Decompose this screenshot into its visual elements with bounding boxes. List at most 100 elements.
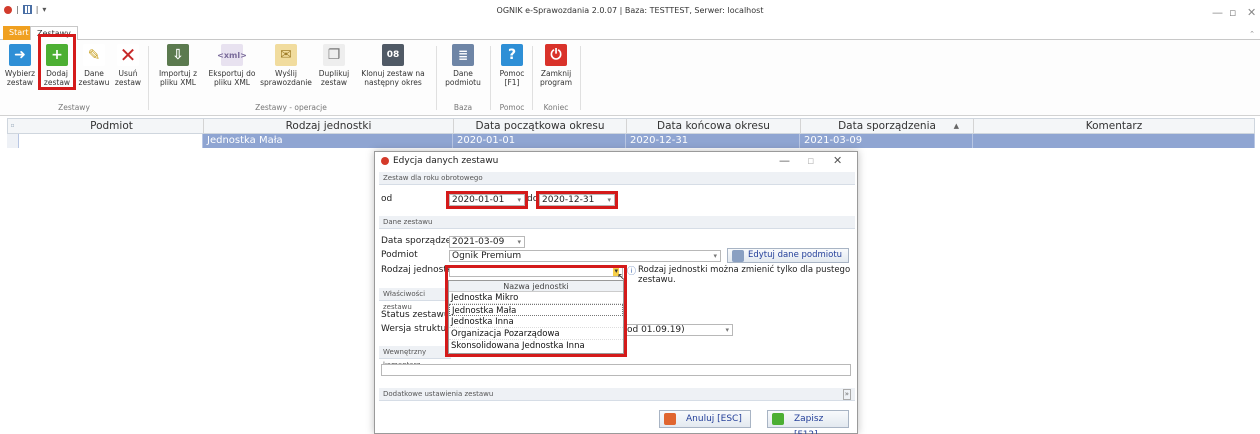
expand-icon[interactable]: » xyxy=(842,389,851,400)
entity-select[interactable]: Ognik Premium ▾ xyxy=(449,250,721,262)
section-props: Właściwości zestawu xyxy=(379,288,451,311)
button-label: Eksportuj do pliku XML xyxy=(208,69,256,87)
button-label: Usuń zestaw xyxy=(114,69,142,87)
cell-data-sporzadzenia[interactable]: 2021-03-09 xyxy=(800,134,973,148)
section-data: Dane zestawu xyxy=(379,216,855,229)
form-icon xyxy=(732,250,744,262)
cancel-icon xyxy=(664,413,676,425)
divider xyxy=(490,46,491,110)
column-header-data-sporzadzenia[interactable]: Data sporządzenia ▲ xyxy=(801,119,974,133)
cancel-button[interactable]: Anuluj [ESC] xyxy=(659,410,751,428)
cell-data-koncowa[interactable]: 2020-12-31 xyxy=(626,134,800,148)
minimize-icon[interactable]: — xyxy=(779,154,790,167)
chevron-down-icon[interactable]: ▾ xyxy=(517,237,521,247)
calendar-icon: 08 xyxy=(382,44,404,66)
highlight-frame xyxy=(446,191,528,209)
report-date-field[interactable]: 2021-03-09 ▾ xyxy=(449,236,525,248)
save-button[interactable]: Zapisz [F12] xyxy=(767,410,849,434)
group-label: Koniec xyxy=(543,103,569,112)
unit-type-hint: Rodzaj jednostki można zmienić tylko dla… xyxy=(638,265,851,285)
edit-entity-button[interactable]: Edytuj dane podmiotu xyxy=(727,248,849,263)
pencil-icon: ✎ xyxy=(83,44,105,66)
app-logo-icon xyxy=(381,157,389,165)
button-label: Zamknij program xyxy=(539,69,572,87)
close-program-button[interactable]: ⏻ Zamknij program xyxy=(536,44,576,87)
button-label: Klonuj zestaw na następny okres xyxy=(361,69,425,87)
button-label: Duplikuj zestaw xyxy=(318,69,350,87)
cell-rodzaj[interactable]: Jednostka Mała xyxy=(203,134,453,148)
ribbon: ➜ Wybierz zestaw + Dodaj zestaw ✎ Dane z… xyxy=(0,34,1260,116)
column-header-data-poczatkowa[interactable]: Data początkowa okresu xyxy=(454,119,627,133)
field-value: 2021-03-09 xyxy=(452,237,505,247)
divider xyxy=(532,46,533,110)
window-title: OGNIK e-Sprawozdania 2.0.07 | Baza: TEST… xyxy=(496,6,764,15)
chevron-down-icon[interactable]: ▾ xyxy=(725,325,729,335)
clone-set-button[interactable]: 08 Klonuj zestaw na następny okres xyxy=(356,44,430,87)
ribbon-tabs: Start Zestawy ⌃ xyxy=(0,24,1260,41)
button-label: Dane podmiotu xyxy=(445,69,481,87)
comment-input[interactable] xyxy=(381,364,851,376)
label-from: od xyxy=(381,194,393,204)
form-icon: ≣ xyxy=(452,44,474,66)
divider xyxy=(148,46,149,110)
button-label: Wyślij sprawozdanie xyxy=(260,69,312,87)
label-entity: Podmiot xyxy=(381,250,418,260)
column-header-podmiot[interactable]: Podmiot xyxy=(20,119,204,133)
group-label: Baza xyxy=(453,103,473,112)
delete-set-button[interactable]: ✕ Usuń zestaw xyxy=(112,44,144,87)
help-button[interactable]: ? Pomoc [F1] xyxy=(494,44,530,87)
import-icon: ⇩ xyxy=(167,44,189,66)
xml-icon: <xml> xyxy=(217,44,247,66)
arrow-right-icon: ➜ xyxy=(9,44,31,66)
sort-asc-icon: ▲ xyxy=(953,122,959,130)
button-label: Importuj z pliku XML xyxy=(158,69,198,87)
title-bar: | | ▾ OGNIK e-Sprawozdania 2.0.07 | Baza… xyxy=(0,0,1260,24)
close-icon[interactable]: ✕ xyxy=(833,154,842,167)
group-label: Zestawy - operacje xyxy=(255,103,327,112)
divider xyxy=(436,46,437,110)
label-status: Status zestawu xyxy=(381,310,450,320)
button-label: Zapisz [F12] xyxy=(794,414,824,434)
section-title: Dodatkowe ustawienia zestawu xyxy=(383,390,494,398)
collapse-ribbon-icon[interactable]: ⌃ xyxy=(1249,30,1255,38)
save-icon xyxy=(772,413,784,425)
group-label: Pomoc xyxy=(499,103,525,112)
highlight-frame xyxy=(536,191,618,209)
maximize-icon[interactable]: ▫ xyxy=(1229,6,1236,19)
section-year: Zestaw dla roku obrotowego xyxy=(379,172,855,185)
help-icon: ? xyxy=(501,44,523,66)
group-label: Zestawy xyxy=(58,103,90,112)
column-header-data-koncowa[interactable]: Data końcowa okresu xyxy=(627,119,801,133)
info-icon: ⓘ xyxy=(627,267,637,277)
duplicate-set-button[interactable]: ❐ Duplikuj zestaw xyxy=(316,44,352,87)
field-value: od 01.09.19) xyxy=(627,325,685,335)
button-label: Pomoc [F1] xyxy=(499,69,525,87)
column-header-komentarz[interactable]: Komentarz xyxy=(974,119,1254,133)
button-label: Edytuj dane podmiotu xyxy=(748,250,843,260)
row-indicator: ▫ xyxy=(10,122,15,129)
button-label: Dane zestawu xyxy=(78,69,110,87)
cell-data-poczatkowa[interactable]: 2020-01-01 xyxy=(453,134,626,148)
close-icon[interactable]: ✕ xyxy=(1247,6,1256,19)
section-extra[interactable]: Dodatkowe ustawienia zestawu » xyxy=(379,388,855,401)
export-xml-button[interactable]: <xml> Eksportuj do pliku XML xyxy=(204,44,260,87)
table-row[interactable]: Jednostka Mała 2020-01-01 2020-12-31 202… xyxy=(7,134,1255,148)
set-data-button[interactable]: ✎ Dane zestawu xyxy=(78,44,110,87)
minimize-icon[interactable]: — xyxy=(1212,6,1223,19)
highlight-frame xyxy=(38,34,76,90)
import-xml-button[interactable]: ⇩ Importuj z pliku XML xyxy=(152,44,204,87)
select-set-button[interactable]: ➜ Wybierz zestaw xyxy=(4,44,36,87)
column-header-rodzaj[interactable]: Rodzaj jednostki xyxy=(204,119,454,133)
button-label: Anuluj [ESC] xyxy=(686,414,742,424)
section-comment: Wewnętrzny komentarz xyxy=(379,346,451,369)
column-header-label: Data sporządzenia xyxy=(838,120,936,132)
cell-komentarz[interactable] xyxy=(973,134,1255,148)
cell-podmiot[interactable] xyxy=(19,134,203,148)
duplicate-icon: ❐ xyxy=(323,44,345,66)
highlight-frame xyxy=(445,265,627,357)
send-report-button[interactable]: ✉ Wyślij sprawozdanie xyxy=(260,44,312,87)
structure-version-select[interactable]: od 01.09.19) ▾ xyxy=(625,324,733,336)
grid-header: ▫ Podmiot Rodzaj jednostki Data początko… xyxy=(7,118,1255,134)
chevron-down-icon[interactable]: ▾ xyxy=(713,251,717,261)
entity-data-button[interactable]: ≣ Dane podmiotu xyxy=(440,44,486,87)
